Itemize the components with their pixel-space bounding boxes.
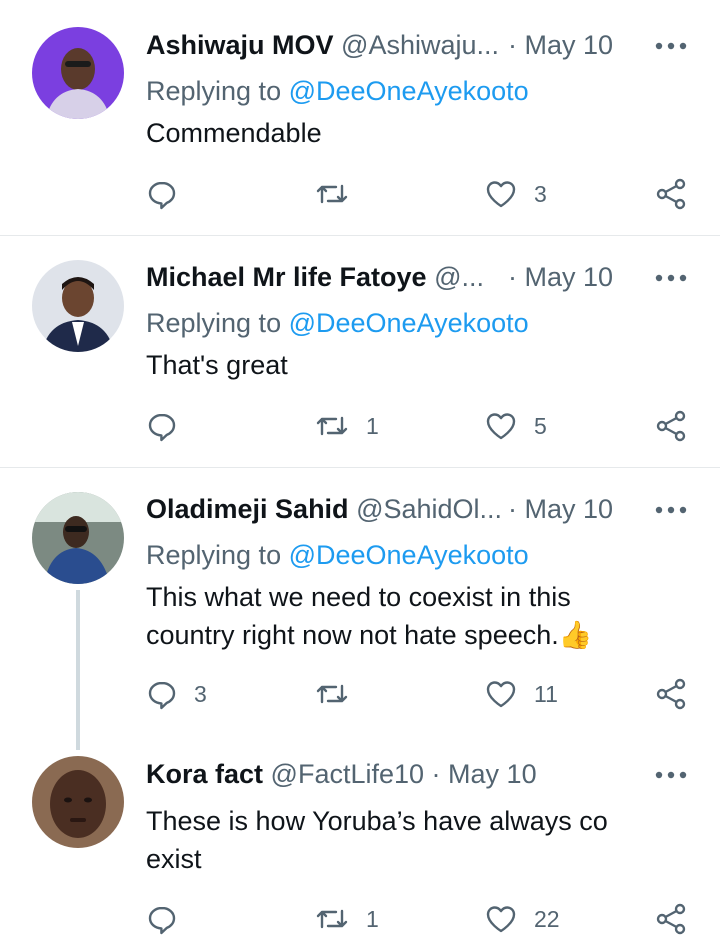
replying-to: Replying to @DeeOneAyekooto xyxy=(146,73,529,109)
heart-icon xyxy=(486,181,516,208)
more-icon[interactable] xyxy=(654,765,688,785)
share-icon xyxy=(656,678,686,710)
avatar[interactable] xyxy=(32,492,124,584)
like-button[interactable]: 3 xyxy=(484,176,547,212)
like-button[interactable]: 11 xyxy=(484,676,558,712)
author-name[interactable]: Oladimeji Sahid xyxy=(146,494,349,524)
mention-link[interactable]: @DeeOneAyekooto xyxy=(289,308,529,338)
retweet-icon xyxy=(316,184,348,204)
share-button[interactable] xyxy=(654,176,688,212)
like-button[interactable]: 5 xyxy=(484,408,547,444)
reply-button[interactable]: 3 xyxy=(146,676,207,712)
tweet-text: Commendable xyxy=(146,118,322,148)
replying-to-label: Replying to xyxy=(146,308,289,338)
retweet-button[interactable] xyxy=(314,176,366,212)
heart-icon xyxy=(486,681,516,708)
tweet-date[interactable]: · May 10 xyxy=(508,27,613,63)
more-icon[interactable] xyxy=(654,500,688,520)
avatar[interactable] xyxy=(32,260,124,352)
tweet-date[interactable]: · May 10 xyxy=(508,491,613,527)
reply-button[interactable] xyxy=(146,408,194,444)
author-handle[interactable]: @Ashiwaju... xyxy=(341,30,499,60)
reply-icon xyxy=(148,181,176,210)
tweet-text: That's great xyxy=(146,350,288,380)
author-name[interactable]: Ashiwaju MOV xyxy=(146,30,334,60)
retweet-icon xyxy=(316,684,348,704)
reply-icon xyxy=(148,413,176,442)
tweet-date[interactable]: · May 10 xyxy=(508,259,613,295)
avatar[interactable] xyxy=(32,27,124,119)
tweet-item[interactable]: Oladimeji Sahid @SahidOl... · May 10 Rep… xyxy=(0,468,720,738)
mention-link[interactable]: @DeeOneAyekooto xyxy=(289,76,529,106)
share-icon xyxy=(656,410,686,442)
more-icon[interactable] xyxy=(654,36,688,56)
retweet-count: 1 xyxy=(366,412,379,439)
thumbs-up-emoji: 👍 xyxy=(558,620,593,650)
author-handle[interactable]: @FactLife10 xyxy=(271,759,424,789)
mention-link[interactable]: @DeeOneAyekooto xyxy=(289,540,529,570)
replying-to: Replying to @DeeOneAyekooto xyxy=(146,305,529,341)
tweet-text-content: This what we need to coexist in this cou… xyxy=(146,582,571,650)
tweet-date[interactable]: · May 10 xyxy=(432,759,537,789)
like-button[interactable]: 22 xyxy=(484,901,560,937)
retweet-count: 1 xyxy=(366,905,379,932)
author-handle[interactable]: @... xyxy=(434,262,484,292)
share-button[interactable] xyxy=(654,901,688,937)
retweet-icon xyxy=(316,909,348,929)
author-name[interactable]: Kora fact xyxy=(146,759,263,789)
reply-icon xyxy=(148,906,176,935)
share-icon xyxy=(656,903,686,935)
avatar[interactable] xyxy=(32,756,124,848)
tweet-item[interactable]: Ashiwaju MOV @Ashiwaju... · May 10 Reply… xyxy=(0,0,720,235)
like-count: 22 xyxy=(534,905,560,932)
author-handle[interactable]: @SahidOl... xyxy=(356,494,502,524)
reply-button[interactable] xyxy=(146,176,194,212)
retweet-button[interactable]: 1 xyxy=(314,408,379,444)
retweet-button[interactable] xyxy=(314,676,366,712)
like-count: 3 xyxy=(534,180,547,207)
tweet-item[interactable]: Kora fact @FactLife10 · May 10 These is … xyxy=(0,738,720,947)
tweet-item[interactable]: Michael Mr life Fatoye @... · May 10 Rep… xyxy=(0,236,720,466)
tweet-text: This what we need to coexist in this cou… xyxy=(146,578,666,654)
like-count: 5 xyxy=(534,412,547,439)
replying-to: Replying to @DeeOneAyekooto xyxy=(146,537,529,573)
replying-to-label: Replying to xyxy=(146,76,289,106)
heart-icon xyxy=(486,413,516,440)
retweet-icon xyxy=(316,416,348,436)
author-name[interactable]: Michael Mr life Fatoye xyxy=(146,262,427,292)
reply-button[interactable] xyxy=(146,901,194,937)
replying-to-label: Replying to xyxy=(146,540,289,570)
share-button[interactable] xyxy=(654,676,688,712)
reply-count: 3 xyxy=(194,680,207,707)
tweet-text: These is how Yoruba’s have always co exi… xyxy=(146,806,608,874)
like-count: 11 xyxy=(534,680,558,707)
share-button[interactable] xyxy=(654,408,688,444)
share-icon xyxy=(656,178,686,210)
reply-icon xyxy=(148,681,176,710)
more-icon[interactable] xyxy=(654,268,688,288)
retweet-button[interactable]: 1 xyxy=(314,901,379,937)
heart-icon xyxy=(486,906,516,933)
